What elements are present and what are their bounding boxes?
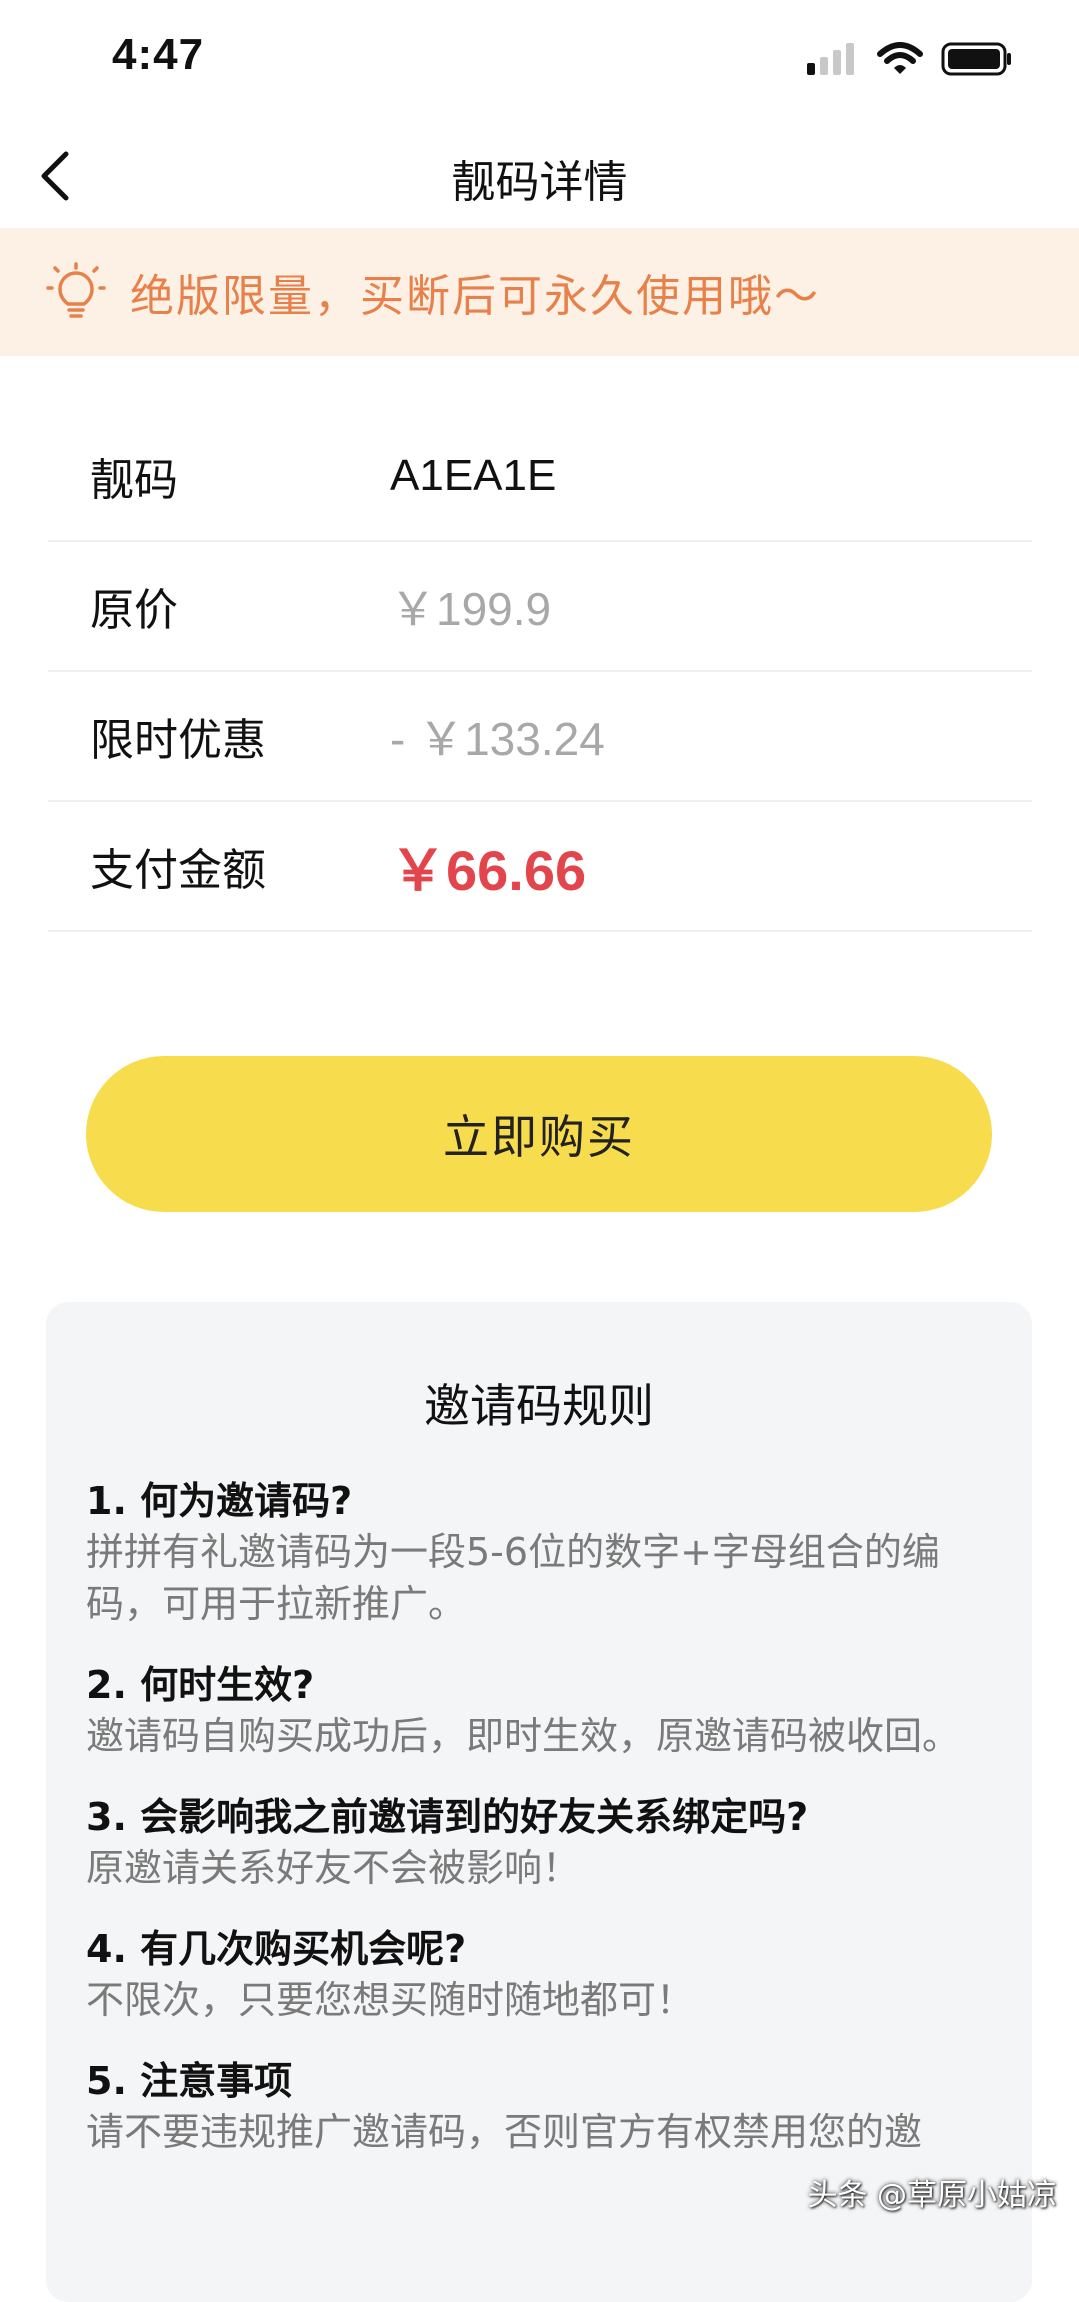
cellular-signal-icon [807, 43, 854, 75]
rule-question: 1. 何为邀请码? [86, 1479, 353, 1523]
detail-list: 靓码 A1EA1E 原价 ￥199.9 限时优惠 - ￥133.24 支付金额 … [48, 412, 1032, 932]
rule-item: 4. 有几次购买机会呢? 不限次，只要您想买随时随地都可！ [86, 1924, 992, 2026]
rule-item: 2. 何时生效? 邀请码自购买成功后，即时生效，原邀请码被收回。 [86, 1660, 992, 1762]
battery-icon [941, 42, 1011, 76]
code-value: A1EA1E [390, 451, 557, 500]
rule-item: 1. 何为邀请码? 拼拼有礼邀请码为一段5-6位的数字+字母组合的编码，可用于拉… [86, 1476, 992, 1630]
rule-question: 2. 何时生效? [86, 1663, 315, 1707]
rule-answer: 原邀请关系好友不会被影响！ [86, 1846, 581, 1890]
wifi-icon [877, 42, 923, 74]
rules-card: 邀请码规则 1. 何为邀请码? 拼拼有礼邀请码为一段5-6位的数字+字母组合的编… [46, 1302, 1032, 2302]
nav-bar: 靓码详情 [0, 120, 1079, 228]
rule-question: 3. 会影响我之前邀请到的好友关系绑定吗? [86, 1795, 809, 1839]
rule-item: 3. 会影响我之前邀请到的好友关系绑定吗? 原邀请关系好友不会被影响！ [86, 1792, 992, 1894]
status-icons [807, 42, 1013, 76]
buy-now-button[interactable]: 立即购买 [86, 1056, 992, 1212]
rule-answer: 拼拼有礼邀请码为一段5-6位的数字+字母组合的编码，可用于拉新推广。 [86, 1530, 940, 1626]
page-title: 靓码详情 [451, 157, 628, 208]
notice-text: 绝版限量，买断后可永久使用哦～ [130, 271, 820, 322]
row-label: 限时优惠 [90, 715, 266, 766]
rules-title: 邀请码规则 [424, 1379, 654, 1433]
watermark: 头条 @草原小姑凉 [807, 2178, 1057, 2213]
rule-answer: 不限次，只要您想买随时随地都可！ [86, 1978, 695, 2022]
row-label: 靓码 [90, 455, 178, 506]
notice-banner: 绝版限量，买断后可永久使用哦～ [0, 228, 1079, 356]
rule-answer: 邀请码自购买成功后，即时生效，原邀请码被收回。 [86, 1714, 961, 1758]
detail-row-code: 靓码 A1EA1E [48, 412, 1032, 542]
detail-row-original-price: 原价 ￥199.9 [48, 542, 1032, 672]
rules-list: 1. 何为邀请码? 拼拼有礼邀请码为一段5-6位的数字+字母组合的编码，可用于拉… [46, 1476, 1032, 2158]
discount-value: - ￥133.24 [390, 713, 605, 765]
rule-question: 4. 有几次购买机会呢? [86, 1927, 467, 1971]
payment-amount-value: ￥66.66 [390, 838, 587, 902]
rule-item: 5. 注意事项 请不要违规推广邀请码，否则官方有权禁用您的邀 [86, 2056, 992, 2158]
row-label: 支付金额 [90, 845, 266, 896]
detail-row-payment: 支付金额 ￥66.66 [48, 802, 1032, 932]
lightbulb-icon [46, 262, 106, 318]
row-label: 原价 [90, 585, 178, 636]
detail-row-discount: 限时优惠 - ￥133.24 [48, 672, 1032, 802]
original-price-value: ￥199.9 [390, 583, 552, 635]
status-bar: 4:47 [0, 0, 1079, 120]
status-time: 4:47 [112, 30, 205, 79]
rule-answer: 请不要违规推广邀请码，否则官方有权禁用您的邀 [86, 2110, 923, 2154]
rule-question: 5. 注意事项 [86, 2059, 293, 2103]
